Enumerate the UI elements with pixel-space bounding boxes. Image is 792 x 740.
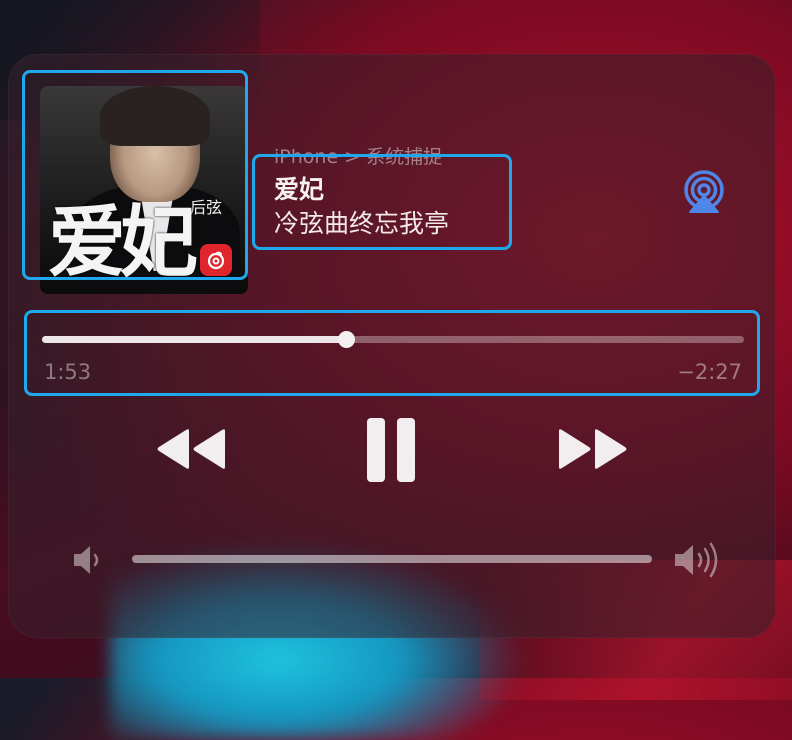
volume-fill — [132, 555, 652, 563]
album-art-highlight — [22, 70, 248, 280]
rewind-button[interactable] — [150, 424, 230, 474]
progress-highlight — [24, 310, 760, 396]
fast-forward-icon — [559, 429, 627, 469]
volume-slider[interactable] — [132, 555, 652, 563]
volume-high-icon — [670, 540, 726, 580]
fast-forward-button[interactable] — [554, 424, 634, 474]
rewind-icon — [157, 429, 225, 469]
airplay-icon[interactable] — [680, 168, 728, 216]
pause-icon — [367, 418, 415, 482]
pause-button[interactable] — [362, 414, 420, 486]
volume-low-icon — [68, 542, 108, 578]
track-info-highlight — [252, 154, 512, 250]
